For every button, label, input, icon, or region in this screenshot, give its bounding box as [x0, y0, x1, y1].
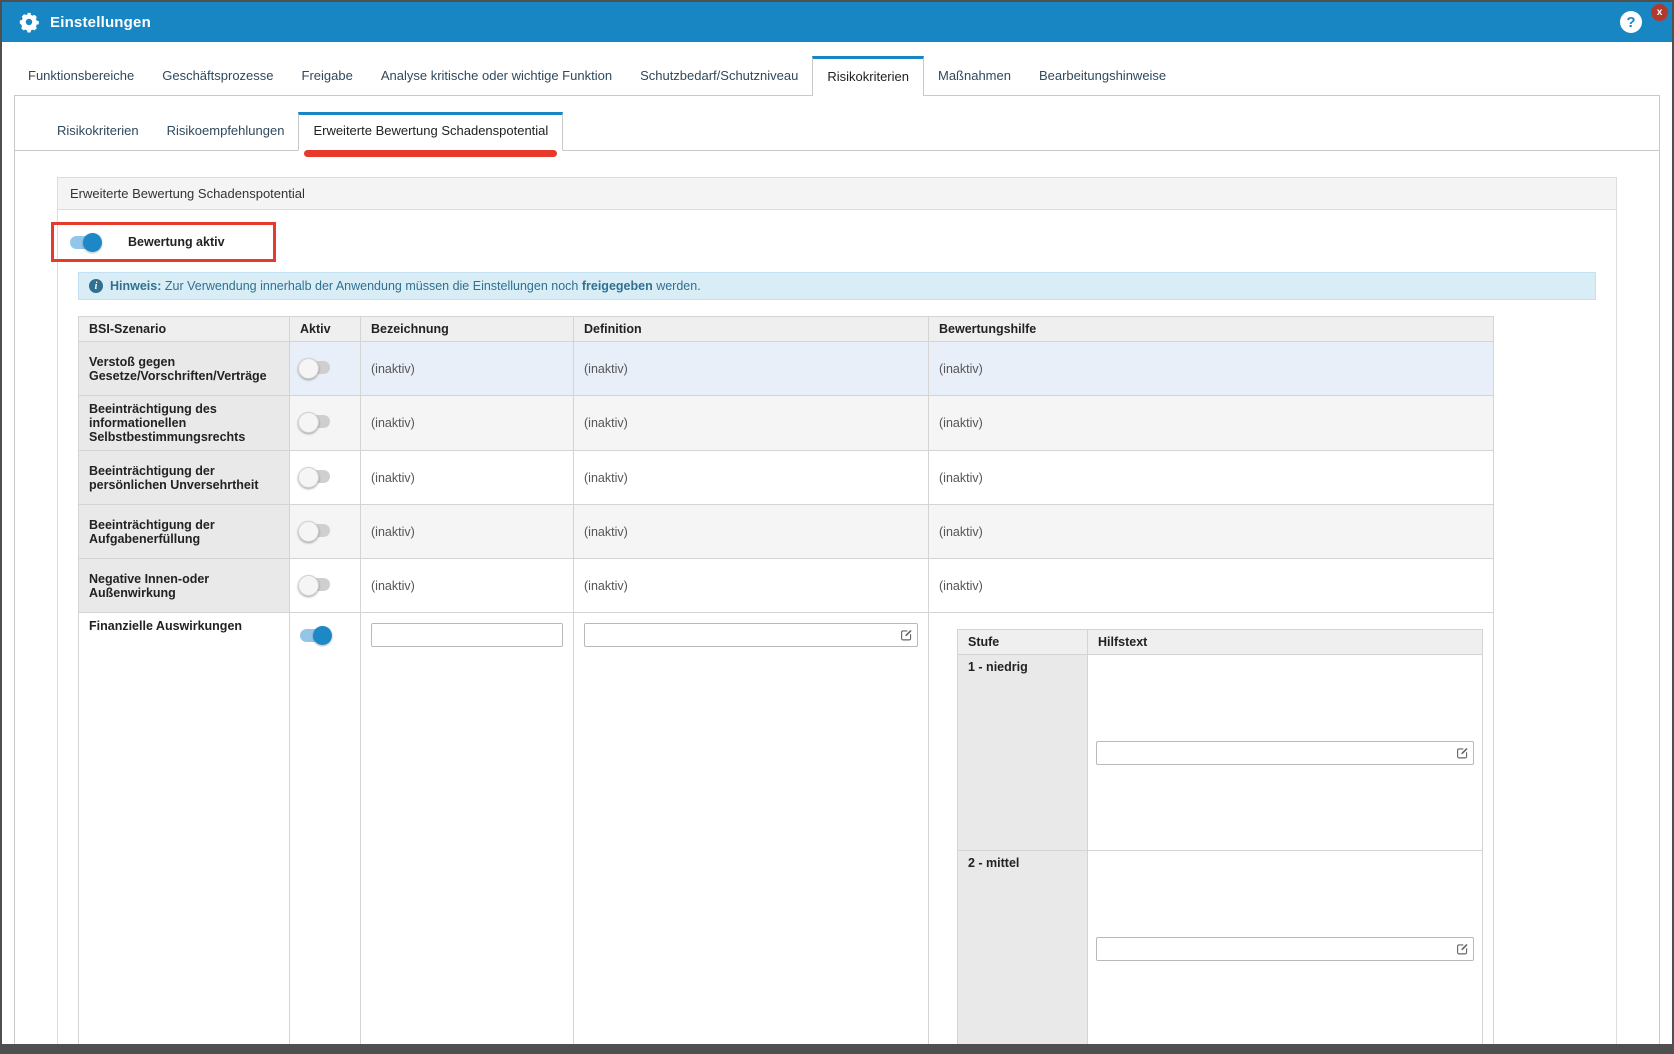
sub-tab-bar: Risikokriterien Risikoempfehlungen Erwei…: [15, 96, 1659, 151]
col-stufe: Stufe: [958, 630, 1088, 655]
row-aktiv-toggle[interactable]: [300, 361, 330, 374]
hilfstext-input-mittel[interactable]: [1096, 937, 1474, 961]
close-icon[interactable]: x: [1651, 4, 1668, 21]
edit-icon[interactable]: [900, 629, 913, 642]
tab-freigabe[interactable]: Freigabe: [288, 56, 367, 95]
row-aktiv-toggle[interactable]: [300, 629, 330, 642]
tab-geschaeftsprozesse[interactable]: Geschäftsprozesse: [148, 56, 287, 95]
page-title: Einstellungen: [50, 14, 151, 31]
definition-inaktiv: (inaktiv): [574, 451, 929, 505]
scenario-label: Beeinträchtigung des informationellen Se…: [79, 396, 290, 451]
level-row-hoch: 3 - hoch: [958, 1047, 1483, 1054]
bewertungshilfe-inaktiv: (inaktiv): [929, 342, 1494, 396]
bewertung-aktiv-toggle[interactable]: [70, 236, 100, 249]
subtab-erweiterte-bewertung[interactable]: Erweiterte Bewertung Schadenspotential: [298, 112, 563, 151]
bezeichnung-inaktiv: (inaktiv): [361, 559, 574, 613]
level-row-niedrig: 1 - niedrig: [958, 655, 1483, 851]
main-tab-bar: Funktionsbereiche Geschäftsprozesse Frei…: [2, 56, 1672, 95]
bewertungshilfe-inaktiv: (inaktiv): [929, 396, 1494, 451]
tab-schutzbedarf[interactable]: Schutzbedarf/Schutzniveau: [626, 56, 812, 95]
bezeichnung-input[interactable]: [371, 623, 563, 647]
subtab-risikoempfehlungen[interactable]: Risikoempfehlungen: [153, 113, 299, 150]
level-row-mittel: 2 - mittel: [958, 851, 1483, 1047]
col-bsi-szenario: BSI-Szenario: [79, 317, 290, 342]
table-row-verstoss: Verstoß gegen Gesetze/Vorschriften/Vertr…: [79, 342, 1494, 396]
bewertung-aktiv-label: Bewertung aktiv: [128, 235, 225, 249]
levels-header-row: Stufe Hilfstext: [958, 630, 1483, 655]
row-aktiv-toggle[interactable]: [300, 524, 330, 537]
bewertungshilfe-inaktiv: (inaktiv): [929, 505, 1494, 559]
tab-analyse-kritische-funktion[interactable]: Analyse kritische oder wichtige Funktion: [367, 56, 626, 95]
edit-icon[interactable]: [1456, 746, 1469, 759]
table-row-aussenwirkung: Negative Innen-oder Außenwirkung (inakti…: [79, 559, 1494, 613]
subtab-risikokriterien[interactable]: Risikokriterien: [43, 113, 153, 150]
scenario-label: Beeinträchtigung der persönlichen Unvers…: [79, 451, 290, 505]
col-aktiv: Aktiv: [290, 317, 361, 342]
row-aktiv-toggle[interactable]: [300, 578, 330, 591]
bezeichnung-inaktiv: (inaktiv): [361, 396, 574, 451]
col-bezeichnung: Bezeichnung: [361, 317, 574, 342]
annotation-red-underline: [304, 150, 557, 157]
edit-icon[interactable]: [1456, 942, 1469, 955]
level-label: 1 - niedrig: [958, 655, 1088, 851]
level-label: 3 - hoch: [958, 1047, 1088, 1054]
definition-inaktiv: (inaktiv): [574, 342, 929, 396]
tab-bearbeitungshinweise[interactable]: Bearbeitungshinweise: [1025, 56, 1180, 95]
annotation-red-box: Bewertung aktiv: [51, 222, 276, 262]
definition-input[interactable]: [584, 623, 918, 647]
definition-input-wrap: [584, 623, 918, 647]
level-label: 2 - mittel: [958, 851, 1088, 1047]
col-definition: Definition: [574, 317, 929, 342]
scenario-label: Finanzielle Auswirkungen: [79, 613, 290, 1054]
bezeichnung-inaktiv: (inaktiv): [361, 505, 574, 559]
tab-funktionsbereiche[interactable]: Funktionsbereiche: [14, 56, 148, 95]
erweiterte-bewertung-panel: Erweiterte Bewertung Schadenspotential B…: [57, 177, 1617, 1054]
titlebar: Einstellungen ?: [2, 2, 1672, 42]
bsi-szenario-table: BSI-Szenario Aktiv Bezeichnung Definitio…: [78, 316, 1494, 1054]
row-aktiv-toggle[interactable]: [300, 470, 330, 483]
bewertungshilfe-inaktiv: (inaktiv): [929, 559, 1494, 613]
table-header-row: BSI-Szenario Aktiv Bezeichnung Definitio…: [79, 317, 1494, 342]
hinweis-text: Hinweis: Zur Verwendung innerhalb der An…: [110, 279, 701, 293]
bewertung-aktiv-row: Bewertung aktiv: [58, 222, 1616, 262]
hilfstext-input-niedrig[interactable]: [1096, 741, 1474, 765]
panel-title: Erweiterte Bewertung Schadenspotential: [58, 178, 1616, 210]
table-row-aufgabenerfuellung: Beeinträchtigung der Aufgabenerfüllung (…: [79, 505, 1494, 559]
help-icon[interactable]: ?: [1620, 11, 1642, 33]
col-bewertungshilfe: Bewertungshilfe: [929, 317, 1494, 342]
info-icon: i: [89, 279, 103, 293]
freigabe-hinweis-banner: i Hinweis: Zur Verwendung innerhalb der …: [78, 272, 1596, 300]
scenario-label: Verstoß gegen Gesetze/Vorschriften/Vertr…: [79, 342, 290, 396]
row-aktiv-toggle[interactable]: [300, 415, 330, 428]
subtab-label: Erweiterte Bewertung Schadenspotential: [313, 123, 548, 138]
bezeichnung-inaktiv: (inaktiv): [361, 342, 574, 396]
tab-massnahmen[interactable]: Maßnahmen: [924, 56, 1025, 95]
table-row-selbstbestimmung: Beeinträchtigung des informationellen Se…: [79, 396, 1494, 451]
definition-inaktiv: (inaktiv): [574, 396, 929, 451]
gear-icon: [18, 11, 40, 33]
settings-window: Einstellungen ? x Funktionsbereiche Gesc…: [0, 0, 1674, 1054]
bewertungshilfe-inaktiv: (inaktiv): [929, 451, 1494, 505]
table-row-finanzielle-auswirkungen: Finanzielle Auswirkungen: [79, 613, 1494, 1054]
scenario-label: Negative Innen-oder Außenwirkung: [79, 559, 290, 613]
stufen-table: Stufe Hilfstext 1 - niedrig: [957, 629, 1483, 1054]
tab-content: Risikokriterien Risikoempfehlungen Erwei…: [14, 95, 1660, 1054]
definition-inaktiv: (inaktiv): [574, 505, 929, 559]
definition-inaktiv: (inaktiv): [574, 559, 929, 613]
table-row-unversehrtheit: Beeinträchtigung der persönlichen Unvers…: [79, 451, 1494, 505]
col-hilfstext: Hilfstext: [1088, 630, 1483, 655]
scenario-label: Beeinträchtigung der Aufgabenerfüllung: [79, 505, 290, 559]
tab-risikokriterien[interactable]: Risikokriterien: [812, 56, 924, 96]
bezeichnung-inaktiv: (inaktiv): [361, 451, 574, 505]
